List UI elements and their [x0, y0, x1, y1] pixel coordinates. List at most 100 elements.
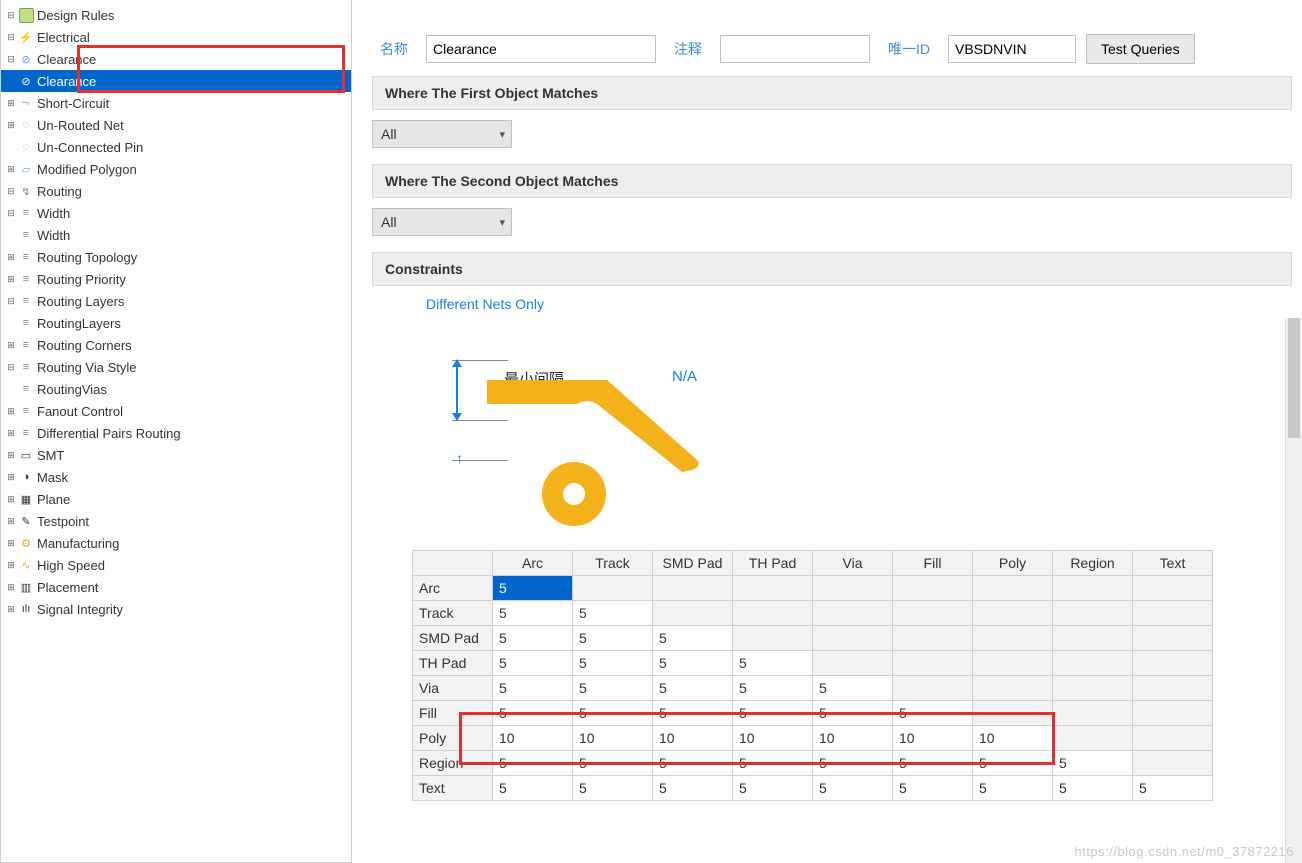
tree-mask[interactable]: ⊞◑Mask — [1, 466, 351, 488]
tree-via-style[interactable]: ⊟ ≡ Routing Via Style — [1, 356, 351, 378]
matrix-cell[interactable]: 5 — [973, 751, 1053, 776]
matrix-cell[interactable]: 5 — [573, 751, 653, 776]
tree-priority[interactable]: ⊞ ≡ Routing Priority — [1, 268, 351, 290]
matrix-cell[interactable]: 5 — [653, 701, 733, 726]
expand-icon[interactable]: ⊞ — [5, 251, 17, 263]
tree-smt[interactable]: ⊞▭SMT — [1, 444, 351, 466]
matrix-cell[interactable]: 5 — [493, 651, 573, 676]
matrix-cell[interactable]: 5 — [573, 701, 653, 726]
expand-icon[interactable]: ⊞ — [5, 97, 17, 109]
collapse-icon[interactable]: ⊟ — [5, 361, 17, 373]
matrix-cell[interactable]: 5 — [493, 576, 573, 601]
tree-diffpair[interactable]: ⊞ ≡ Differential Pairs Routing — [1, 422, 351, 444]
collapse-icon[interactable]: ⊟ — [5, 53, 17, 65]
matrix-cell[interactable]: 5 — [493, 776, 573, 801]
expand-icon[interactable]: ⊞ — [5, 427, 17, 439]
collapse-icon[interactable]: ⊟ — [5, 295, 17, 307]
matrix-cell[interactable]: 5 — [893, 776, 973, 801]
test-queries-button[interactable]: Test Queries — [1086, 34, 1195, 64]
expand-icon[interactable]: ⊞ — [5, 559, 17, 571]
matrix-cell[interactable]: 5 — [973, 776, 1053, 801]
tree-clearance-rule[interactable]: ⊘ Clearance — [1, 70, 351, 92]
matrix-cell[interactable]: 5 — [573, 626, 653, 651]
matrix-cell[interactable]: 5 — [573, 651, 653, 676]
diff-nets-link[interactable]: Different Nets Only — [426, 296, 1252, 312]
second-match-select[interactable]: All — [372, 208, 512, 236]
tree-corners[interactable]: ⊞ ≡ Routing Corners — [1, 334, 351, 356]
matrix-cell[interactable]: 10 — [813, 726, 893, 751]
expand-icon[interactable]: ⊞ — [5, 515, 17, 527]
matrix-cell[interactable]: 5 — [893, 701, 973, 726]
scrollbar-thumb[interactable] — [1288, 318, 1300, 438]
matrix-cell[interactable]: 5 — [813, 751, 893, 776]
expand-icon[interactable]: ⊞ — [5, 471, 17, 483]
collapse-icon[interactable]: ⊟ — [5, 9, 17, 21]
matrix-cell[interactable]: 5 — [573, 601, 653, 626]
matrix-cell[interactable]: 5 — [653, 676, 733, 701]
matrix-cell[interactable]: 5 — [493, 701, 573, 726]
expand-icon[interactable]: ⊞ — [5, 537, 17, 549]
rules-tree-panel[interactable]: ⊟ Design Rules ⊟ ⚡ Electrical — [0, 0, 352, 863]
matrix-cell[interactable]: 5 — [573, 676, 653, 701]
collapse-icon[interactable]: ⊟ — [5, 185, 17, 197]
tree-modified-polygon[interactable]: ⊞ ▱ Modified Polygon — [1, 158, 351, 180]
tree-electrical[interactable]: ⊟ ⚡ Electrical — [1, 26, 351, 48]
tree-layers[interactable]: ⊟ ≡ Routing Layers — [1, 290, 351, 312]
matrix-cell[interactable]: 5 — [813, 676, 893, 701]
tree-root[interactable]: ⊟ Design Rules — [1, 4, 351, 26]
matrix-cell[interactable]: 5 — [733, 676, 813, 701]
matrix-cell[interactable]: 10 — [653, 726, 733, 751]
matrix-cell[interactable]: 5 — [493, 626, 573, 651]
matrix-cell[interactable]: 5 — [653, 651, 733, 676]
tree-clearance[interactable]: ⊟ ⊘ Clearance — [1, 48, 351, 70]
matrix-cell[interactable]: 5 — [1053, 776, 1133, 801]
matrix-cell[interactable]: 5 — [653, 776, 733, 801]
tree-routing[interactable]: ⊟ ↯ Routing — [1, 180, 351, 202]
matrix-cell[interactable]: 10 — [973, 726, 1053, 751]
tree-layers-rule[interactable]: ≡ RoutingLayers — [1, 312, 351, 334]
matrix-cell[interactable]: 5 — [573, 776, 653, 801]
matrix-cell[interactable]: 5 — [1053, 751, 1133, 776]
tree-unconnected[interactable]: ◌ Un-Connected Pin — [1, 136, 351, 158]
matrix-cell[interactable]: 10 — [733, 726, 813, 751]
tree-signal-integrity[interactable]: ⊞ılıSignal Integrity — [1, 598, 351, 620]
collapse-icon[interactable]: ⊟ — [5, 207, 17, 219]
expand-icon[interactable]: ⊞ — [5, 449, 17, 461]
comment-input[interactable] — [720, 35, 870, 63]
matrix-cell[interactable]: 5 — [813, 776, 893, 801]
tree-plane[interactable]: ⊞▦Plane — [1, 488, 351, 510]
expand-icon[interactable]: ⊞ — [5, 493, 17, 505]
tree-unrouted[interactable]: ⊞ ◌ Un-Routed Net — [1, 114, 351, 136]
collapse-icon[interactable]: ⊟ — [5, 31, 17, 43]
tree-testpoint[interactable]: ⊞✎Testpoint — [1, 510, 351, 532]
matrix-cell[interactable]: 5 — [733, 776, 813, 801]
matrix-cell[interactable]: 5 — [1133, 776, 1213, 801]
matrix-cell[interactable]: 5 — [653, 751, 733, 776]
expand-icon[interactable]: ⊞ — [5, 119, 17, 131]
matrix-cell[interactable]: 5 — [733, 651, 813, 676]
matrix-cell[interactable]: 5 — [493, 751, 573, 776]
tree-manufacturing[interactable]: ⊞⚙Manufacturing — [1, 532, 351, 554]
tree-short-circuit[interactable]: ⊞ ⏦ Short-Circuit — [1, 92, 351, 114]
first-match-select[interactable]: All — [372, 120, 512, 148]
tree-topology[interactable]: ⊞ ≡ Routing Topology — [1, 246, 351, 268]
tree-highspeed[interactable]: ⊞∿High Speed — [1, 554, 351, 576]
tree-width-rule[interactable]: ≡ Width — [1, 224, 351, 246]
expand-icon[interactable]: ⊞ — [5, 405, 17, 417]
expand-icon[interactable]: ⊞ — [5, 163, 17, 175]
matrix-cell[interactable]: 5 — [493, 676, 573, 701]
expand-icon[interactable]: ⊞ — [5, 273, 17, 285]
name-input[interactable] — [426, 35, 656, 63]
matrix-cell[interactable]: 10 — [573, 726, 653, 751]
tree-width[interactable]: ⊟ ≡ Width — [1, 202, 351, 224]
clearance-matrix[interactable]: ArcTrackSMD PadTH PadViaFillPolyRegionTe… — [412, 550, 1213, 801]
matrix-cell[interactable]: 10 — [493, 726, 573, 751]
expand-icon[interactable]: ⊞ — [5, 339, 17, 351]
expand-icon[interactable]: ⊞ — [5, 581, 17, 593]
matrix-cell[interactable]: 5 — [493, 601, 573, 626]
tree-via-rule[interactable]: ≡ RoutingVias — [1, 378, 351, 400]
matrix-cell[interactable]: 5 — [653, 626, 733, 651]
matrix-cell[interactable]: 5 — [893, 751, 973, 776]
tree-placement[interactable]: ⊞▥Placement — [1, 576, 351, 598]
matrix-cell[interactable]: 5 — [733, 751, 813, 776]
